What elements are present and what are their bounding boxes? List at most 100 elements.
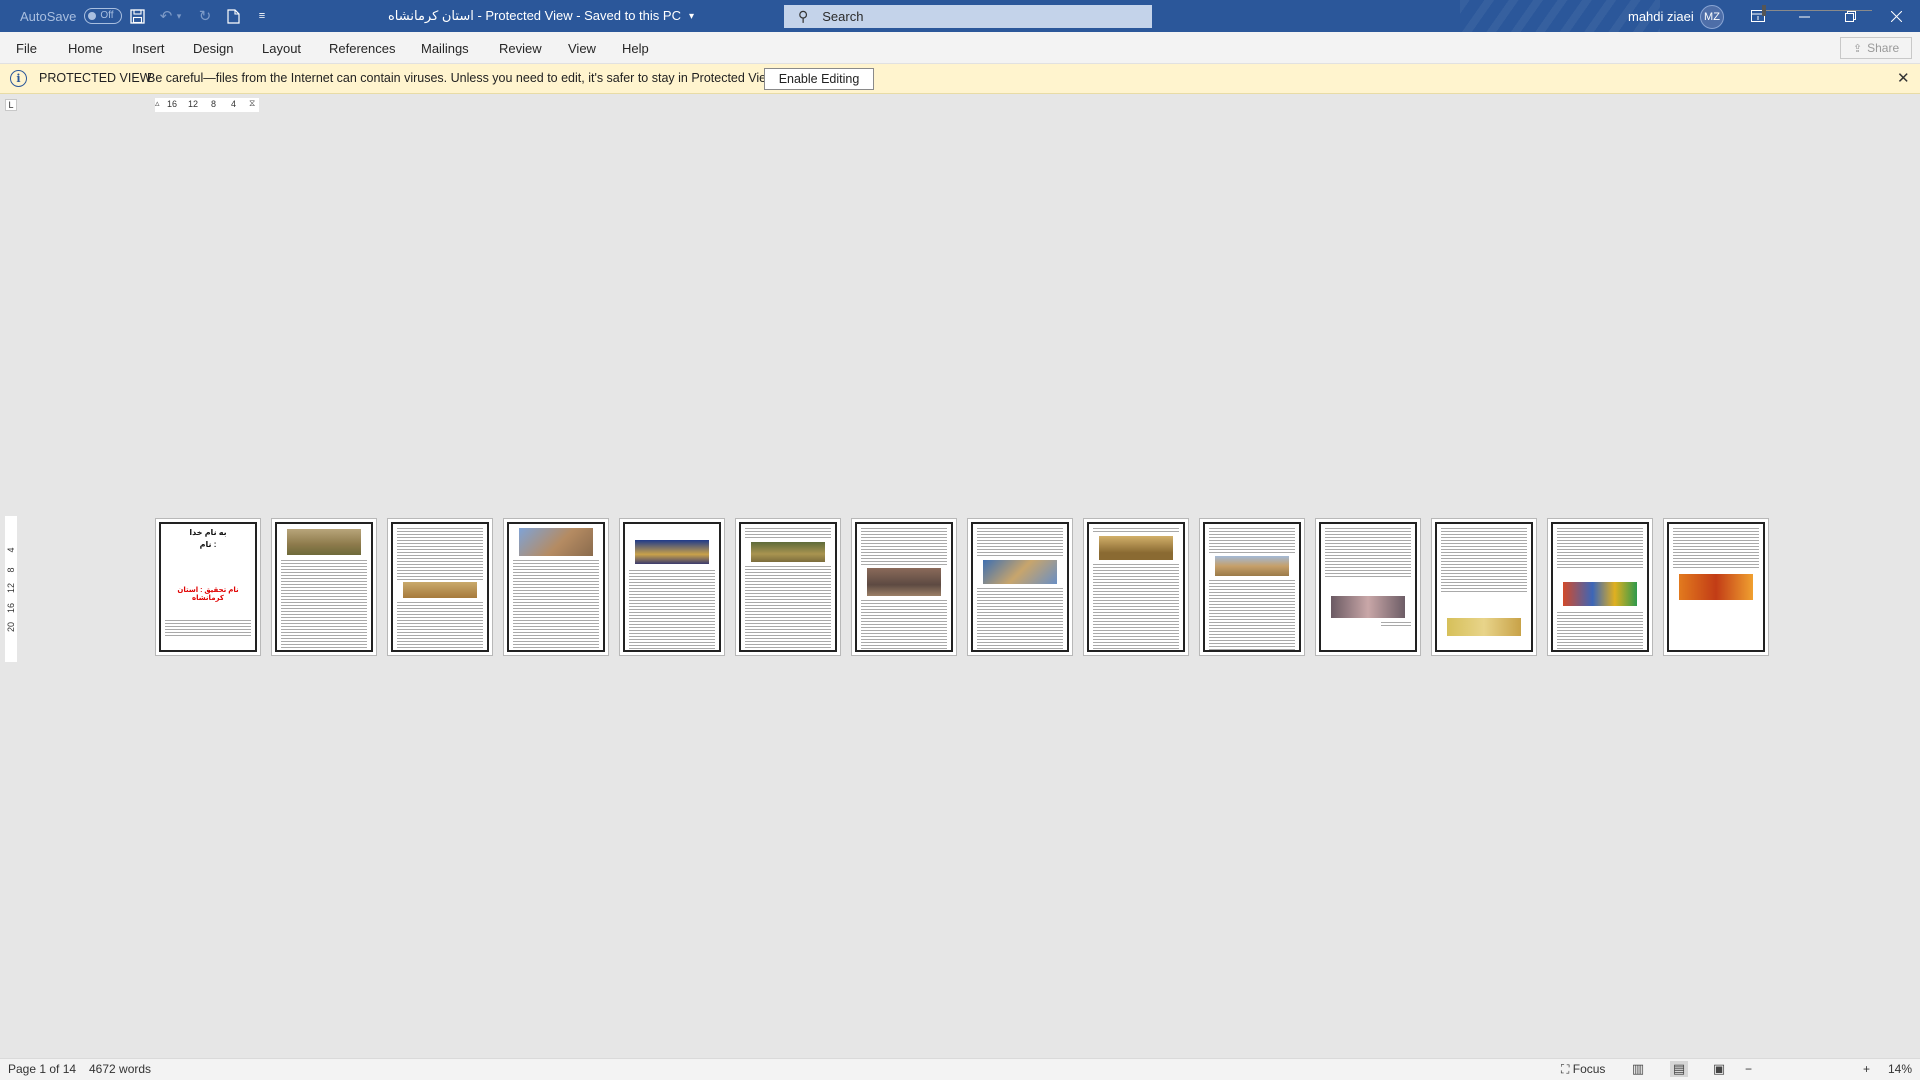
page-border: به نام خدا نام : نام تحقیق : استان کرمان… xyxy=(159,522,257,652)
page-thumbnail[interactable] xyxy=(1431,518,1537,656)
page-thumbnail[interactable]: به نام خدا نام : نام تحقیق : استان کرمان… xyxy=(155,518,261,656)
cover-line: نام تحقیق : استان کرمانشاه xyxy=(177,587,239,602)
text-lines xyxy=(861,600,947,650)
tab-layout[interactable]: Layout xyxy=(262,32,301,64)
print-layout-icon[interactable]: ▤ xyxy=(1670,1061,1688,1077)
text-lines xyxy=(1093,564,1179,650)
share-icon: ⇪ xyxy=(1852,42,1863,55)
page-thumbnail[interactable] xyxy=(851,518,957,656)
word-count[interactable]: 4672 words xyxy=(89,1062,151,1076)
page-thumbnail[interactable] xyxy=(1083,518,1189,656)
redo-icon[interactable]: ↻ xyxy=(192,0,218,32)
cover-line: به نام خدا xyxy=(189,528,227,537)
page-image xyxy=(751,542,825,562)
page-border xyxy=(507,522,605,652)
text-lines xyxy=(1673,528,1759,568)
tab-help[interactable]: Help xyxy=(622,32,649,64)
page-image xyxy=(1679,574,1753,600)
vertical-ruler[interactable]: 4 8 12 16 20 xyxy=(5,516,17,662)
status-bar: Page 1 of 14 4672 words ⛶ Focus ▥ ▤ ▣ − … xyxy=(0,1058,1920,1080)
page-thumbnail[interactable] xyxy=(619,518,725,656)
close-icon[interactable] xyxy=(1873,0,1919,32)
tab-file[interactable]: File xyxy=(16,32,37,64)
page-border xyxy=(971,522,1069,652)
customize-toolbar-icon[interactable]: ≡ xyxy=(249,0,275,32)
tab-mailings[interactable]: Mailings xyxy=(421,32,469,64)
page-thumbnail[interactable] xyxy=(503,518,609,656)
page-border xyxy=(1435,522,1533,652)
zoom-slider[interactable] xyxy=(1762,10,1872,11)
tab-design[interactable]: Design xyxy=(193,32,233,64)
restore-icon[interactable] xyxy=(1827,0,1873,32)
undo-dropdown-icon[interactable]: ▾ xyxy=(172,0,186,32)
page-image xyxy=(519,528,593,556)
ruler-tick: 8 xyxy=(6,567,16,573)
text-lines xyxy=(281,560,367,650)
ribbon-display-options-icon[interactable] xyxy=(1735,0,1781,32)
enable-editing-button[interactable]: Enable Editing xyxy=(764,68,874,90)
page-thumbnail[interactable] xyxy=(1315,518,1421,656)
focus-label: Focus xyxy=(1572,1062,1606,1076)
page-image xyxy=(1563,582,1637,606)
indent-marker-icon[interactable]: ▵ xyxy=(155,98,163,112)
page-border xyxy=(1203,522,1301,652)
tab-home[interactable]: Home xyxy=(68,32,103,64)
new-document-icon[interactable] xyxy=(220,0,246,32)
text-lines xyxy=(977,588,1063,650)
search-input[interactable]: ⚲ Search xyxy=(784,5,1152,28)
chevron-down-icon[interactable]: ▾ xyxy=(689,11,694,22)
document-title-text: استان کرمانشاه - Protected View - Saved … xyxy=(388,8,681,23)
focus-button[interactable]: ⛶ Focus xyxy=(1561,1062,1605,1077)
horizontal-ruler[interactable]: ▵ 16 12 8 4 ⧖ xyxy=(155,98,259,112)
avatar[interactable]: MZ xyxy=(1700,5,1724,29)
tab-references[interactable]: References xyxy=(329,32,395,64)
page-thumbnail[interactable] xyxy=(387,518,493,656)
zoom-level[interactable]: 14% xyxy=(1888,1062,1912,1076)
ruler-tick: 4 xyxy=(231,99,237,109)
title-bar: AutoSave Off ↶ ▾ ↻ ≡ استان کرمانشاه - Pr… xyxy=(0,0,1920,32)
right-indent-marker-icon[interactable]: ⧖ xyxy=(249,98,257,112)
read-mode-icon[interactable]: ▥ xyxy=(1629,1061,1647,1077)
text-lines xyxy=(397,602,483,650)
autosave-toggle[interactable]: AutoSave Off xyxy=(20,0,123,32)
zoom-out-icon[interactable]: − xyxy=(1745,1062,1752,1076)
ruler-tick: 8 xyxy=(211,99,217,109)
zoom-in-icon[interactable]: + xyxy=(1863,1062,1870,1076)
text-lines xyxy=(861,528,947,566)
user-name[interactable]: mahdi ziaei xyxy=(1628,0,1694,32)
page-thumbnail[interactable] xyxy=(1663,518,1769,656)
ribbon-tabs: File Home Insert Design Layout Reference… xyxy=(0,32,1920,64)
autosave-switch[interactable]: Off xyxy=(84,8,123,24)
page-thumbnail[interactable] xyxy=(967,518,1073,656)
text-lines xyxy=(745,528,831,540)
tab-review[interactable]: Review xyxy=(499,32,542,64)
text-lines xyxy=(1209,580,1295,650)
ruler-tick: 4 xyxy=(6,547,16,553)
page-image xyxy=(1099,536,1173,560)
text-lines xyxy=(629,570,715,650)
share-button[interactable]: ⇪ Share xyxy=(1840,37,1912,59)
text-lines xyxy=(1557,528,1643,570)
close-message-icon[interactable]: ✕ xyxy=(1897,69,1910,87)
tab-selector[interactable]: L xyxy=(5,99,17,111)
page-thumbnail[interactable] xyxy=(735,518,841,656)
save-icon[interactable] xyxy=(124,0,150,32)
page-thumbnail[interactable] xyxy=(1547,518,1653,656)
text-lines xyxy=(1325,528,1411,578)
page-thumbnail[interactable] xyxy=(271,518,377,656)
page-image xyxy=(1447,618,1521,636)
document-title[interactable]: استان کرمانشاه - Protected View - Saved … xyxy=(388,0,694,32)
page-thumbnail[interactable] xyxy=(1199,518,1305,656)
tab-view[interactable]: View xyxy=(568,32,596,64)
ruler-tick: 20 xyxy=(6,622,16,633)
info-icon: i xyxy=(10,70,27,87)
page-count[interactable]: Page 1 of 14 xyxy=(8,1062,76,1076)
web-layout-icon[interactable]: ▣ xyxy=(1710,1061,1728,1077)
tab-insert[interactable]: Insert xyxy=(132,32,165,64)
page-border xyxy=(623,522,721,652)
page-image xyxy=(287,529,361,555)
zoom-slider-thumb[interactable] xyxy=(1762,5,1766,16)
document-pages[interactable]: به نام خدا نام : نام تحقیق : استان کرمان… xyxy=(155,518,1775,658)
protected-view-message: Be careful—files from the Internet can c… xyxy=(147,71,778,85)
minimize-icon[interactable] xyxy=(1781,0,1827,32)
